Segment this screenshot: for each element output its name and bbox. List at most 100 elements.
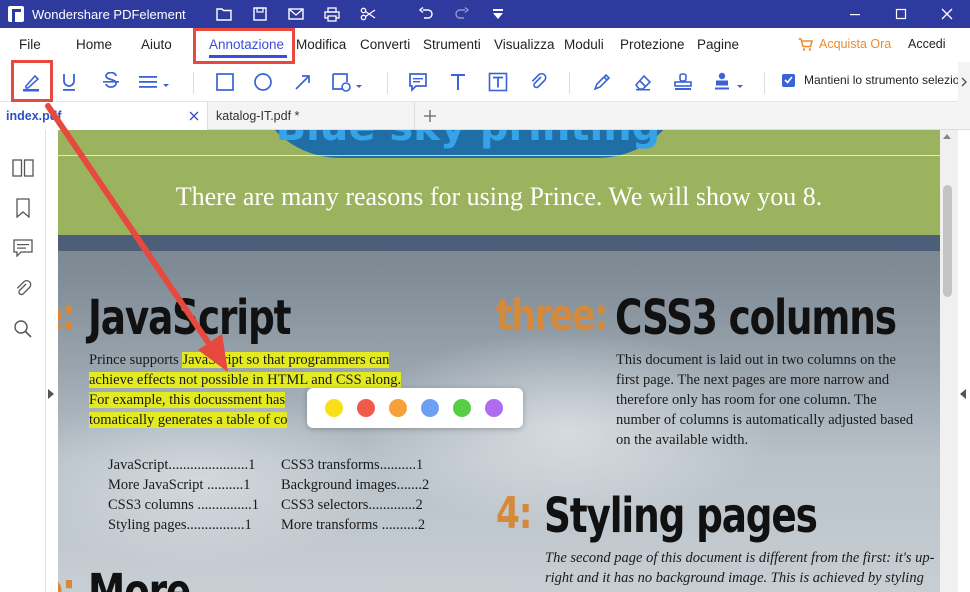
- scissors-icon[interactable]: [352, 3, 384, 25]
- menu-modifica[interactable]: Modifica: [296, 37, 346, 52]
- sticky-note-tool[interactable]: [404, 68, 432, 96]
- color-blue-swatch[interactable]: [421, 399, 439, 417]
- customize-dropdown-icon[interactable]: [482, 3, 514, 25]
- menu-moduli[interactable]: Moduli: [564, 37, 604, 52]
- arrow-tool[interactable]: [289, 68, 317, 96]
- section-number: three:: [496, 290, 608, 341]
- section-heading-javascript: JavaScript: [88, 290, 291, 346]
- paragraph-line: This document is laid out in two columns…: [616, 352, 896, 368]
- color-green-swatch[interactable]: [453, 399, 471, 417]
- annotation-toolbar: Mantieni lo strumento selezio: [0, 62, 970, 102]
- line-style-tool[interactable]: [137, 68, 173, 96]
- expand-panel-right-icon[interactable]: [960, 389, 966, 399]
- toc-item[interactable]: More transforms ..........2: [281, 515, 425, 535]
- dark-band: [58, 235, 940, 251]
- green-banner: Blue sky printing There are many reasons…: [58, 130, 940, 235]
- arrow-icon: [295, 75, 310, 90]
- menu-aiuto[interactable]: Aiuto: [141, 37, 172, 52]
- toolbar-scroll-right[interactable]: [958, 62, 970, 102]
- toc-item[interactable]: JavaScript......................1: [108, 455, 255, 475]
- eraser-tool[interactable]: [629, 68, 657, 96]
- paragraph-line: The second page of this document is diff…: [545, 550, 935, 566]
- tab-label: katalog-IT.pdf *: [216, 109, 300, 123]
- underline-tool[interactable]: [55, 68, 83, 96]
- paragraph-line: number of columns is automatically adjus…: [616, 412, 914, 428]
- strikethrough-tool[interactable]: [97, 68, 125, 96]
- open-folder-icon[interactable]: [208, 3, 240, 25]
- toc-item[interactable]: More JavaScript ..........1: [108, 475, 251, 495]
- banner-divider: [58, 155, 940, 156]
- paragraph-line: on the available width.: [616, 432, 749, 448]
- email-icon[interactable]: [280, 3, 312, 25]
- buy-now-button[interactable]: Acquista Ora: [798, 37, 891, 51]
- paragraph-line: achieve effects not possible in HTML and…: [89, 370, 402, 390]
- toolbar-separator: [193, 72, 194, 94]
- toc-item[interactable]: CSS3 selectors.............2: [281, 495, 423, 515]
- paragraph-line: right and it has no background image. Th…: [545, 570, 924, 586]
- attachment-tool[interactable]: [524, 68, 552, 96]
- color-purple-swatch[interactable]: [485, 399, 503, 417]
- attachments-icon[interactable]: [11, 277, 35, 301]
- toc-item[interactable]: CSS3 columns ...............1: [108, 495, 259, 515]
- expand-panel-left-icon[interactable]: [48, 389, 54, 399]
- undo-icon[interactable]: [410, 3, 442, 25]
- comments-icon[interactable]: [11, 236, 35, 260]
- highlight-color-palette: [307, 388, 523, 428]
- new-tab-icon[interactable]: [422, 108, 438, 124]
- paragraph-line: For example, this docussment has: [89, 390, 286, 410]
- toc-item[interactable]: Styling pages................1: [108, 515, 252, 535]
- tab-katalog-pdf[interactable]: katalog-IT.pdf *: [208, 102, 415, 130]
- lines-dropdown-icon: [139, 76, 169, 88]
- buy-now-label: Acquista Ora: [819, 37, 892, 51]
- strikethrough-icon: [103, 72, 119, 88]
- color-yellow-swatch[interactable]: [325, 399, 343, 417]
- tab-index-pdf[interactable]: index.pdf: [0, 102, 208, 130]
- print-icon[interactable]: [316, 3, 348, 25]
- menu-strumenti[interactable]: Strumenti: [423, 37, 481, 52]
- color-red-swatch[interactable]: [357, 399, 375, 417]
- highlighted-text[interactable]: For example, this docussment has: [89, 392, 286, 408]
- shape-dropdown-tool[interactable]: [330, 68, 366, 96]
- highlighted-text[interactable]: achieve effects not possible in HTML and…: [89, 372, 402, 388]
- menu-protezione[interactable]: Protezione: [620, 37, 685, 52]
- scroll-up-icon[interactable]: [943, 134, 951, 139]
- title-bar: Wondershare PDFelement: [0, 0, 970, 28]
- toolbar-separator: [388, 3, 406, 25]
- close-tab-icon[interactable]: [187, 109, 201, 123]
- toc-item[interactable]: Background images.......2: [281, 475, 429, 495]
- menu-home[interactable]: Home: [76, 37, 112, 52]
- toc-item[interactable]: CSS3 transforms..........1: [281, 455, 423, 475]
- pencil-tool[interactable]: [588, 68, 616, 96]
- toolbar-separator: [764, 72, 765, 94]
- minimize-icon[interactable]: [832, 0, 878, 28]
- keep-tool-label: Mantieni lo strumento selezio: [804, 73, 960, 87]
- bookmark-icon[interactable]: [11, 196, 35, 220]
- rectangle-icon: [216, 73, 234, 91]
- text-tool[interactable]: [444, 68, 472, 96]
- menu-file[interactable]: File: [19, 37, 41, 52]
- color-orange-swatch[interactable]: [389, 399, 407, 417]
- scrollbar-thumb[interactable]: [943, 185, 952, 297]
- chevron-right-icon: [961, 77, 967, 87]
- keep-tool-checkbox[interactable]: [782, 73, 795, 87]
- section-heading-more: More: [88, 564, 191, 592]
- rectangle-tool[interactable]: [211, 68, 239, 96]
- maximize-icon[interactable]: [878, 0, 924, 28]
- menu-pagine[interactable]: Pagine: [697, 37, 739, 52]
- login-link[interactable]: Accedi: [908, 37, 946, 51]
- close-icon[interactable]: [924, 0, 970, 28]
- stamp-tool[interactable]: [669, 68, 697, 96]
- thumbnails-icon[interactable]: [11, 156, 35, 180]
- redo-icon[interactable]: [446, 3, 478, 25]
- app-title: Wondershare PDFelement: [32, 6, 186, 22]
- search-icon[interactable]: [11, 317, 35, 341]
- textbox-tool[interactable]: [484, 68, 512, 96]
- text-t-icon: [451, 74, 465, 90]
- oval-tool[interactable]: [249, 68, 277, 96]
- menu-converti[interactable]: Converti: [360, 37, 410, 52]
- keep-tool-selected-option[interactable]: Mantieni lo strumento selezio: [782, 73, 959, 87]
- signature-dropdown-tool[interactable]: [711, 68, 747, 96]
- menu-visualizza[interactable]: Visualizza: [494, 37, 555, 52]
- highlighted-text[interactable]: tomatically generates a table of co: [89, 412, 288, 428]
- save-icon[interactable]: [244, 3, 276, 25]
